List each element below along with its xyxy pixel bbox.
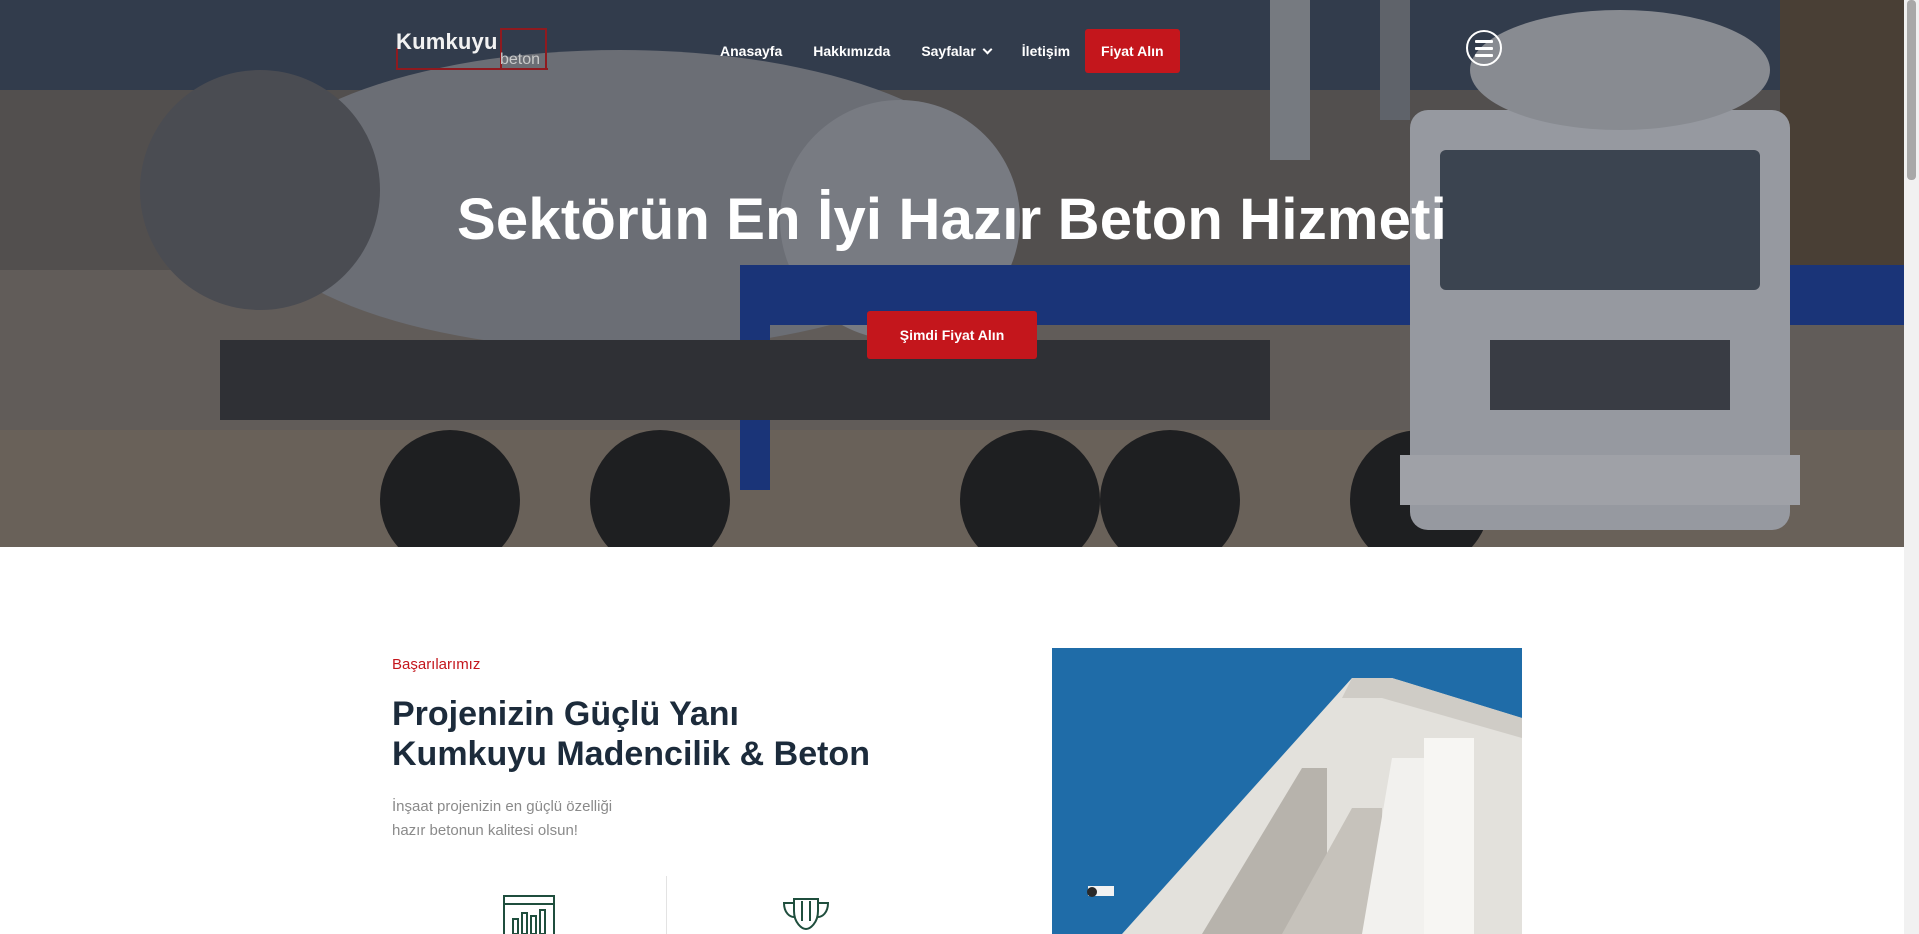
- hero-title: Sektörün En İyi Hazır Beton Hizmeti: [457, 187, 1447, 252]
- feature-divider: [666, 876, 667, 934]
- page-viewport: Kumkuyu beton Anasayfa Hakkımızda Sayfal…: [0, 0, 1919, 934]
- nav-item-contact[interactable]: İletişim: [1022, 43, 1070, 59]
- nav-item-label: Anasayfa: [720, 43, 783, 59]
- section-title: Projenizin Güçlü Yanı Kumkuyu Madencilik…: [392, 694, 912, 774]
- get-quote-button[interactable]: Fiyat Alın: [1085, 29, 1180, 73]
- logo-word-secondary: beton: [500, 51, 541, 68]
- building-image: [1052, 648, 1522, 934]
- site-logo[interactable]: Kumkuyu beton: [396, 26, 548, 72]
- building-photo: [1052, 648, 1522, 934]
- scrollbar-thumb[interactable]: [1907, 0, 1916, 180]
- hamburger-bar: [1475, 46, 1493, 50]
- section-description-line: İnşaat projenizin en güçlü özelliği: [392, 798, 613, 815]
- chart-icon: [503, 895, 555, 934]
- hamburger-icon[interactable]: [1466, 30, 1502, 66]
- hero-section: Kumkuyu beton Anasayfa Hakkımızda Sayfal…: [0, 0, 1919, 547]
- section-description: İnşaat projenizin en güçlü özelliği hazı…: [392, 795, 682, 843]
- section-title-line: Kumkuyu Madencilik & Beton: [392, 735, 870, 773]
- nav-item-home[interactable]: Anasayfa: [720, 43, 782, 59]
- trophy-icon: [782, 898, 830, 931]
- nav-item-label: Hakkımızda: [813, 43, 891, 59]
- nav-item-about[interactable]: Hakkımızda: [813, 43, 890, 59]
- hero-overlay: [0, 0, 1919, 547]
- hero-quote-button[interactable]: Şimdi Fiyat Alın: [867, 311, 1037, 359]
- section-kicker: Başarılarımız: [392, 656, 481, 673]
- nav-item-label: Sayfalar: [921, 43, 976, 59]
- logo-word-primary: Kumkuyu: [396, 29, 498, 54]
- hamburger-bar: [1475, 53, 1493, 57]
- nav-item-pages[interactable]: Sayfalar: [921, 43, 993, 59]
- section-description-line: hazır betonun kalitesi olsun!: [392, 822, 578, 839]
- section-title-line: Projenizin Güçlü Yanı: [392, 695, 740, 733]
- nav-item-label: İletişim: [1021, 43, 1071, 59]
- chevron-down-icon: [982, 44, 993, 54]
- hamburger-bar: [1475, 39, 1493, 43]
- page-scrollbar[interactable]: [1904, 0, 1919, 934]
- main-nav: Anasayfa Hakkımızda Sayfalar İletişim Fi…: [720, 29, 1180, 73]
